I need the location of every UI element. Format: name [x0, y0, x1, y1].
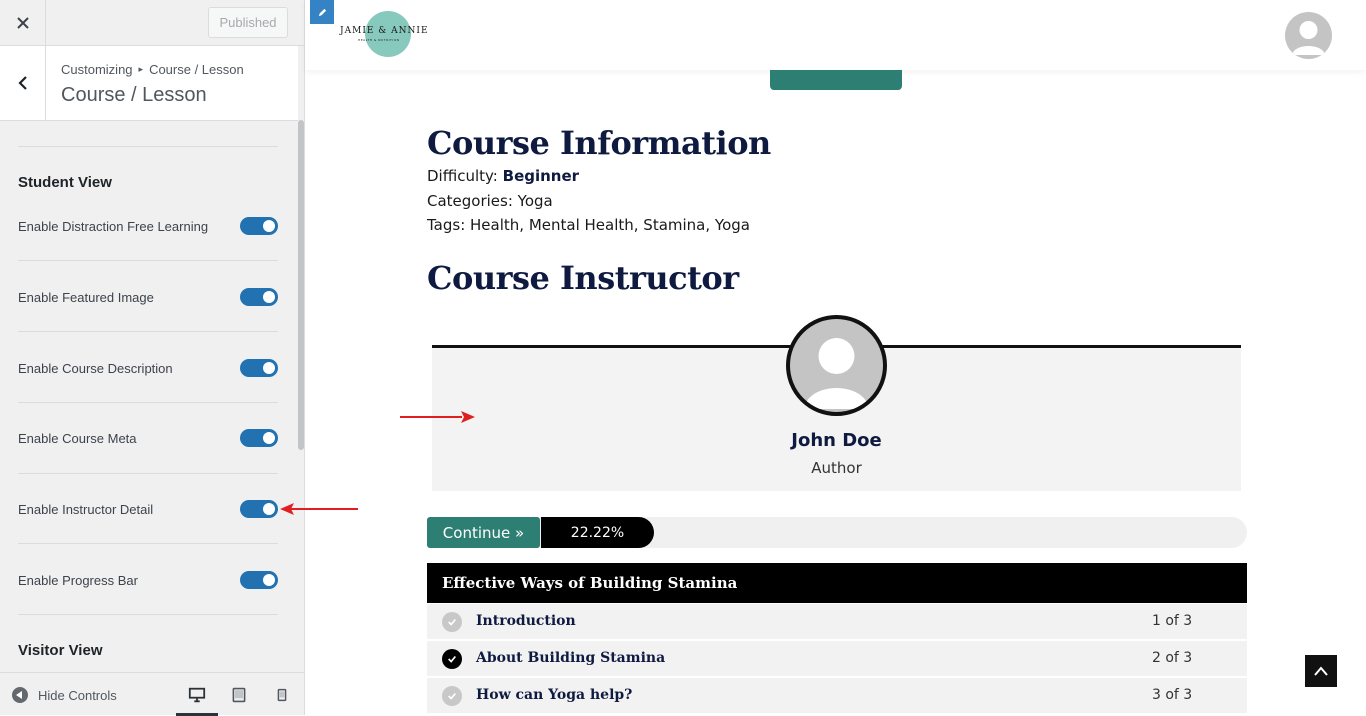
- difficulty-label: Difficulty:: [427, 167, 503, 185]
- logo-tagline: HEALTH & NUTRITION: [358, 38, 400, 42]
- check-icon: [442, 612, 462, 632]
- lesson-row[interactable]: Introduction 1 of 3: [427, 604, 1247, 640]
- chevron-up-icon: [1314, 666, 1328, 676]
- logo-name: JAMIE & ANNIE: [340, 26, 429, 36]
- breadcrumb-leaf: Course / Lesson: [149, 62, 244, 77]
- hide-controls-label: Hide Controls: [38, 687, 117, 703]
- student-view-heading: Student View: [18, 174, 112, 191]
- toggle-label-distraction-free: Enable Distraction Free Learning: [18, 219, 209, 234]
- close-customizer-button[interactable]: [0, 0, 46, 45]
- toggle-knob: [263, 574, 275, 586]
- course-instructor-heading: Course Instructor: [427, 259, 739, 297]
- toggle-knob: [263, 503, 275, 515]
- edit-shortcut-button[interactable]: [310, 0, 334, 24]
- lesson-title[interactable]: About Building Stamina: [476, 650, 665, 666]
- divider: [18, 402, 278, 403]
- toggle-label-progress-bar: Enable Progress Bar: [18, 573, 138, 588]
- mobile-preview-button[interactable]: [272, 685, 292, 705]
- toggle-progress-bar[interactable]: [240, 571, 278, 589]
- tablet-preview-button[interactable]: [229, 685, 249, 705]
- check-icon: [442, 686, 462, 706]
- annotation-arrow-line: [400, 416, 462, 418]
- lesson-title[interactable]: Introduction: [476, 613, 576, 629]
- divider: [18, 614, 278, 615]
- progress-bar-fill: 22.22%: [541, 517, 654, 548]
- chevron-left-icon: [17, 76, 27, 90]
- desktop-icon: [188, 687, 206, 703]
- course-difficulty: Difficulty: Beginner: [427, 167, 579, 185]
- breadcrumb: Customizing ▸ Course / Lesson: [61, 62, 244, 77]
- toggle-course-description[interactable]: [240, 359, 278, 377]
- annotation-arrow-line: [290, 508, 358, 510]
- lesson-row[interactable]: About Building Stamina 2 of 3: [427, 641, 1247, 677]
- toggle-instructor-detail[interactable]: [240, 500, 278, 518]
- toggle-knob: [263, 362, 275, 374]
- toggle-label-course-meta: Enable Course Meta: [18, 431, 137, 446]
- toggle-knob: [263, 432, 275, 444]
- course-information-heading: Course Information: [427, 124, 771, 162]
- visitor-view-heading: Visitor View: [18, 642, 103, 659]
- mobile-icon: [277, 688, 287, 702]
- user-icon: [804, 338, 869, 409]
- instructor-role: Author: [811, 459, 862, 477]
- toggle-knob: [263, 291, 275, 303]
- course-tags: Tags: Health, Mental Health, Stamina, Yo…: [427, 216, 750, 234]
- back-button[interactable]: [0, 46, 46, 120]
- toggle-label-course-description: Enable Course Description: [18, 361, 173, 376]
- lesson-count: 1 of 3: [1152, 613, 1193, 629]
- desktop-preview-button[interactable]: [176, 685, 218, 716]
- enroll-button[interactable]: [770, 70, 902, 90]
- instructor-avatar: [786, 315, 887, 416]
- publish-button[interactable]: Published: [208, 7, 288, 38]
- hide-controls-button[interactable]: Hide Controls: [12, 687, 117, 703]
- site-header: [305, 0, 1366, 70]
- toggle-distraction-free[interactable]: [240, 217, 278, 235]
- breadcrumb-root: Customizing: [61, 62, 133, 77]
- toggle-knob: [263, 220, 275, 232]
- pencil-icon: [318, 8, 326, 16]
- customizer-sidebar: Published Customizing ▸ Course / Lesson …: [0, 0, 305, 716]
- course-categories: Categories: Yoga: [427, 192, 553, 210]
- section-title: Course / Lesson: [61, 84, 207, 106]
- divider: [18, 146, 278, 147]
- user-icon: [1292, 21, 1325, 55]
- toggle-label-featured-image: Enable Featured Image: [18, 290, 154, 305]
- toggle-label-instructor-detail: Enable Instructor Detail: [18, 502, 154, 517]
- lesson-count: 2 of 3: [1152, 650, 1193, 666]
- divider: [18, 543, 278, 544]
- lesson-count: 3 of 3: [1152, 687, 1193, 703]
- tablet-icon: [232, 687, 246, 703]
- toggle-featured-image[interactable]: [240, 288, 278, 306]
- scroll-to-top-button[interactable]: [1305, 655, 1337, 687]
- annotation-arrow-icon: [280, 503, 294, 515]
- customizer-footer: Hide Controls: [0, 672, 304, 716]
- close-icon: [16, 16, 29, 29]
- site-logo[interactable]: JAMIE & ANNIE HEALTH & NUTRITION: [340, 11, 450, 57]
- lesson-title[interactable]: How can Yoga help?: [476, 687, 632, 703]
- section-title-bar: Customizing ▸ Course / Lesson Course / L…: [0, 46, 298, 121]
- divider: [18, 331, 278, 332]
- lesson-group-title[interactable]: Effective Ways of Building Stamina: [427, 563, 1247, 603]
- customizer-header: Published: [0, 0, 304, 46]
- instructor-name: John Doe: [791, 430, 882, 451]
- toggle-course-meta[interactable]: [240, 429, 278, 447]
- sidebar-scrollbar[interactable]: [298, 120, 304, 450]
- difficulty-value: Beginner: [502, 167, 580, 185]
- customizer-controls: Student View Enable Distraction Free Lea…: [0, 122, 298, 672]
- user-avatar[interactable]: [1285, 12, 1332, 59]
- lesson-row[interactable]: How can Yoga help? 3 of 3: [427, 678, 1247, 714]
- divider: [18, 260, 278, 261]
- breadcrumb-separator: ▸: [138, 64, 144, 74]
- annotation-arrow-icon: [461, 411, 475, 423]
- check-icon: [442, 649, 462, 669]
- divider: [18, 473, 278, 474]
- collapse-icon: [12, 687, 28, 703]
- continue-button[interactable]: Continue »: [427, 517, 540, 548]
